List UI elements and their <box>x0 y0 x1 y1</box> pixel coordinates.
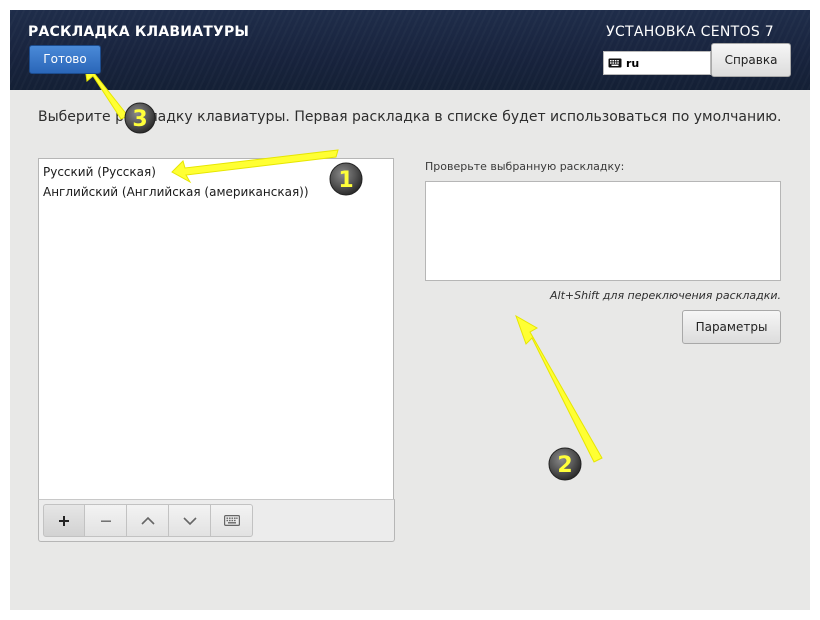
keyboard-layout-code: ru <box>626 56 640 70</box>
list-item[interactable]: Русский (Русская) <box>39 162 393 182</box>
installer-window: РАСКЛАДКА КЛАВИАТУРЫ УСТАНОВКА CENTOS 7 … <box>10 10 810 610</box>
chevron-up-icon <box>140 516 155 525</box>
layout-list[interactable]: Русский (Русская) Английский (Английская… <box>38 158 394 508</box>
options-button[interactable]: Параметры <box>682 310 781 344</box>
done-button[interactable]: Готово <box>29 45 101 74</box>
keyboard-icon <box>608 58 622 68</box>
minus-icon <box>100 520 111 522</box>
page-title: РАСКЛАДКА КЛАВИАТУРЫ <box>28 24 250 40</box>
keyboard-layout-indicator[interactable]: ru <box>603 51 711 75</box>
test-layout-label: Проверьте выбранную раскладку: <box>425 160 625 173</box>
test-layout-textarea[interactable] <box>425 181 781 281</box>
move-up-button[interactable] <box>127 504 169 537</box>
plus-icon <box>59 515 69 526</box>
keyboard-icon <box>223 515 240 526</box>
product-title: УСТАНОВКА CENTOS 7 <box>606 24 774 40</box>
switch-hint: Alt+Shift для переключения раскладки. <box>550 289 781 302</box>
chevron-down-icon <box>182 516 197 525</box>
layout-toolbar-buttons <box>43 504 253 537</box>
list-item[interactable]: Английский (Английская (американская)) <box>39 182 393 202</box>
layout-toolbar <box>38 499 395 542</box>
instructions-text: Выберите раскладку клавиатуры. Первая ра… <box>38 109 782 125</box>
remove-layout-button[interactable] <box>85 504 127 537</box>
help-button[interactable]: Справка <box>711 43 791 77</box>
move-down-button[interactable] <box>169 504 211 537</box>
preview-layout-button[interactable] <box>211 504 253 537</box>
header-bar: РАСКЛАДКА КЛАВИАТУРЫ УСТАНОВКА CENTOS 7 … <box>10 10 810 90</box>
add-layout-button[interactable] <box>43 504 85 537</box>
